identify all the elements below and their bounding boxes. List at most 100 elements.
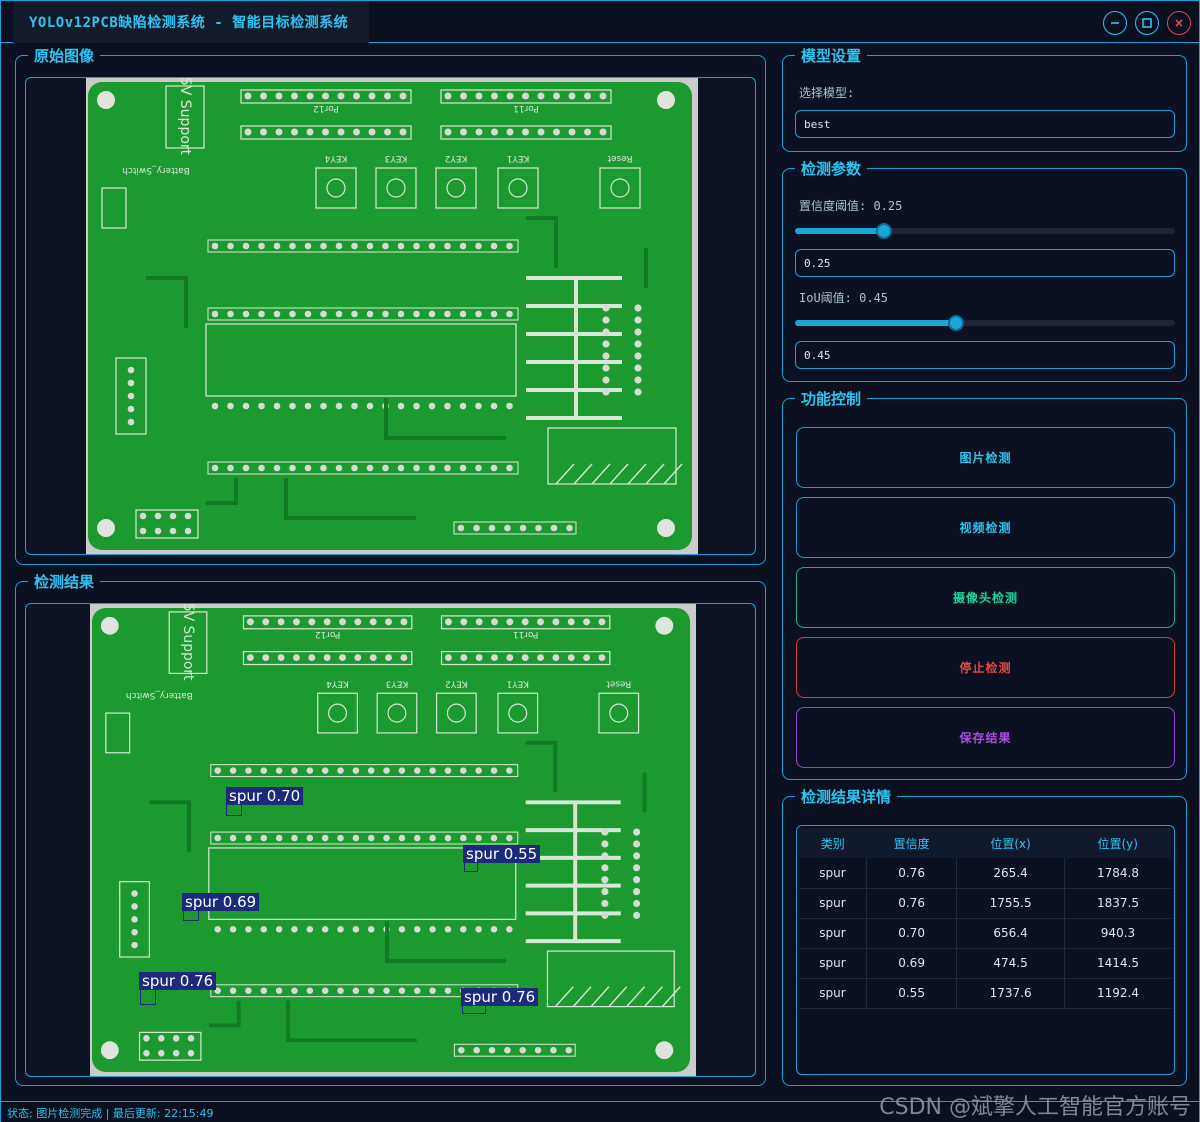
svg-text:KEY2: KEY2	[445, 678, 468, 688]
maximize-icon	[1142, 18, 1152, 28]
camera-detect-button[interactable]: 摄像头检测	[796, 567, 1175, 628]
column-header-y[interactable]: 位置(y)	[1064, 828, 1171, 858]
minimize-button[interactable]	[1103, 11, 1127, 35]
iou-input-value: 0.45	[804, 348, 831, 362]
confidence-slider-fill	[795, 228, 884, 234]
function-controls-panel: 功能控制 图片检测 视频检测 摄像头检测 停止检测 保存结果	[782, 391, 1187, 780]
result-table: 类别 置信度 位置(x) 位置(y) spur 0.76 265.4 1784.…	[799, 828, 1171, 1009]
model-settings-title: 模型设置	[795, 48, 868, 64]
svg-text:KEY1: KEY1	[507, 153, 530, 163]
table-cell: 1755.5	[956, 888, 1065, 919]
table-row[interactable]: spur 0.70 656.4 940.3	[799, 918, 1171, 949]
original-pcb-image: Por12 Por11 KEY4 KEY3 KEY2 KEY1 Reset Battery_S…	[86, 78, 698, 554]
table-cell: spur	[799, 858, 867, 889]
table-cell: spur	[799, 978, 867, 1009]
svg-text:Por12: Por12	[313, 103, 339, 113]
column-header-class[interactable]: 类别	[799, 828, 867, 858]
svg-text:KEY4: KEY4	[326, 678, 349, 688]
window-title: YOLOv12PCB缺陷检测系统 - 智能目标检测系统	[13, 1, 369, 43]
svg-text:Battery_Switch: Battery_Switch	[122, 165, 190, 175]
video-detect-button[interactable]: 视频检测	[796, 497, 1175, 558]
column-header-confidence[interactable]: 置信度	[866, 828, 957, 858]
image-detect-button[interactable]: 图片检测	[796, 427, 1175, 488]
maximize-button[interactable]	[1135, 11, 1159, 35]
close-button[interactable]	[1167, 11, 1191, 35]
model-select-label: 选择模型:	[799, 86, 855, 100]
detection-params-panel: 检测参数 置信度阈值: 0.25 0.25 IoU阈值: 0.45 0.45	[782, 161, 1187, 382]
detection-label: spur 0.70	[226, 787, 304, 805]
svg-text:KEY4: KEY4	[324, 153, 347, 163]
iou-label: IoU阈值: 0.45	[799, 291, 889, 305]
table-cell: spur	[799, 918, 867, 949]
result-details-title: 检测结果详情	[795, 789, 898, 805]
table-cell: 0.69	[866, 948, 958, 979]
result-details-panel: 检测结果详情 类别 置信度 位置(x) 位置(y) spur 0.76 265.…	[782, 789, 1187, 1086]
iou-slider-handle[interactable]	[948, 315, 964, 331]
table-cell: 1192.4	[1064, 978, 1171, 1009]
table-row[interactable]: spur 0.76 1755.5 1837.5	[799, 888, 1171, 919]
status-text: 状态: 图片检测完成 | 最后更新: 22:15:49	[7, 1106, 214, 1120]
detection-label: spur 0.55	[463, 845, 541, 863]
svg-text:5V Support: 5V Support	[180, 604, 196, 681]
table-cell: spur	[799, 888, 867, 919]
iou-input[interactable]: 0.45	[795, 341, 1175, 369]
iou-slider-fill	[795, 320, 956, 326]
title-bar: YOLOv12PCB缺陷检测系统 - 智能目标检测系统	[1, 1, 1199, 43]
save-result-button[interactable]: 保存结果	[796, 707, 1175, 768]
svg-text:Reset: Reset	[606, 678, 631, 688]
result-image-title: 检测结果	[28, 574, 101, 590]
model-settings-panel: 模型设置 选择模型: best	[782, 48, 1187, 152]
close-icon	[1175, 19, 1183, 27]
table-cell: 1784.8	[1064, 858, 1171, 889]
svg-text:KEY2: KEY2	[445, 153, 468, 163]
table-cell: 0.70	[866, 918, 958, 949]
table-cell: 940.3	[1064, 918, 1171, 949]
confidence-slider[interactable]	[795, 223, 1175, 239]
svg-text:Por11: Por11	[513, 103, 539, 113]
svg-text:Battery_Switch: Battery_Switch	[126, 690, 193, 700]
table-row[interactable]: spur 0.76 265.4 1784.8	[799, 858, 1171, 889]
detection-params-title: 检测参数	[795, 161, 868, 177]
original-image-panel: 原始图像 Por12 Por11 KEY4 KEY3 KEY2 KEY1 Reset Batt…	[15, 48, 766, 565]
iou-slider[interactable]	[795, 315, 1175, 331]
svg-text:Reset: Reset	[607, 153, 633, 163]
result-pcb-image: Por12 Por11 KEY4 KEY3 KEY2 KEY1 Reset Battery_S…	[90, 604, 696, 1076]
svg-text:Por12: Por12	[315, 629, 340, 639]
svg-text:5V Support: 5V Support	[177, 78, 193, 156]
table-cell: 0.76	[866, 888, 958, 919]
table-cell: 474.5	[956, 948, 1065, 979]
detection-label: spur 0.69	[182, 893, 260, 911]
confidence-label: 置信度阈值: 0.25	[799, 199, 903, 213]
detection-label: spur 0.76	[461, 988, 539, 1006]
stop-detect-button[interactable]: 停止检测	[796, 637, 1175, 698]
function-controls-title: 功能控制	[795, 391, 868, 407]
svg-text:KEY3: KEY3	[385, 153, 408, 163]
table-cell: 1414.5	[1064, 948, 1171, 979]
svg-text:KEY1: KEY1	[506, 678, 529, 688]
table-cell: spur	[799, 948, 867, 979]
svg-text:Por11: Por11	[513, 629, 538, 639]
original-image-frame: Por12 Por11 KEY4 KEY3 KEY2 KEY1 Reset Battery_S…	[25, 77, 756, 555]
model-select[interactable]: best	[795, 110, 1175, 138]
model-select-value: best	[804, 117, 831, 131]
minimize-icon	[1111, 22, 1119, 24]
table-cell: 0.55	[866, 978, 958, 1009]
column-header-x[interactable]: 位置(x)	[956, 828, 1065, 858]
confidence-input[interactable]: 0.25	[795, 249, 1175, 277]
table-header-row: 类别 置信度 位置(x) 位置(y)	[799, 828, 1171, 858]
result-image-frame: Por12 Por11 KEY4 KEY3 KEY2 KEY1 Reset Battery_S…	[25, 603, 756, 1077]
result-table-frame: 类别 置信度 位置(x) 位置(y) spur 0.76 265.4 1784.…	[796, 825, 1175, 1075]
app-window: YOLOv12PCB缺陷检测系统 - 智能目标检测系统 原始图像 Por12 Po…	[0, 0, 1200, 1122]
table-cell: 656.4	[956, 918, 1065, 949]
watermark: CSDN @斌擎人工智能官方账号	[879, 1095, 1191, 1120]
table-cell: 1737.6	[956, 978, 1065, 1009]
detection-label: spur 0.76	[139, 972, 217, 990]
confidence-slider-handle[interactable]	[876, 223, 892, 239]
table-row[interactable]: spur 0.69 474.5 1414.5	[799, 948, 1171, 979]
table-cell: 1837.5	[1064, 888, 1171, 919]
table-cell: 0.76	[866, 858, 958, 889]
confidence-input-value: 0.25	[804, 256, 831, 270]
svg-text:KEY3: KEY3	[386, 678, 409, 688]
table-cell: 265.4	[956, 858, 1065, 889]
table-row[interactable]: spur 0.55 1737.6 1192.4	[799, 978, 1171, 1009]
